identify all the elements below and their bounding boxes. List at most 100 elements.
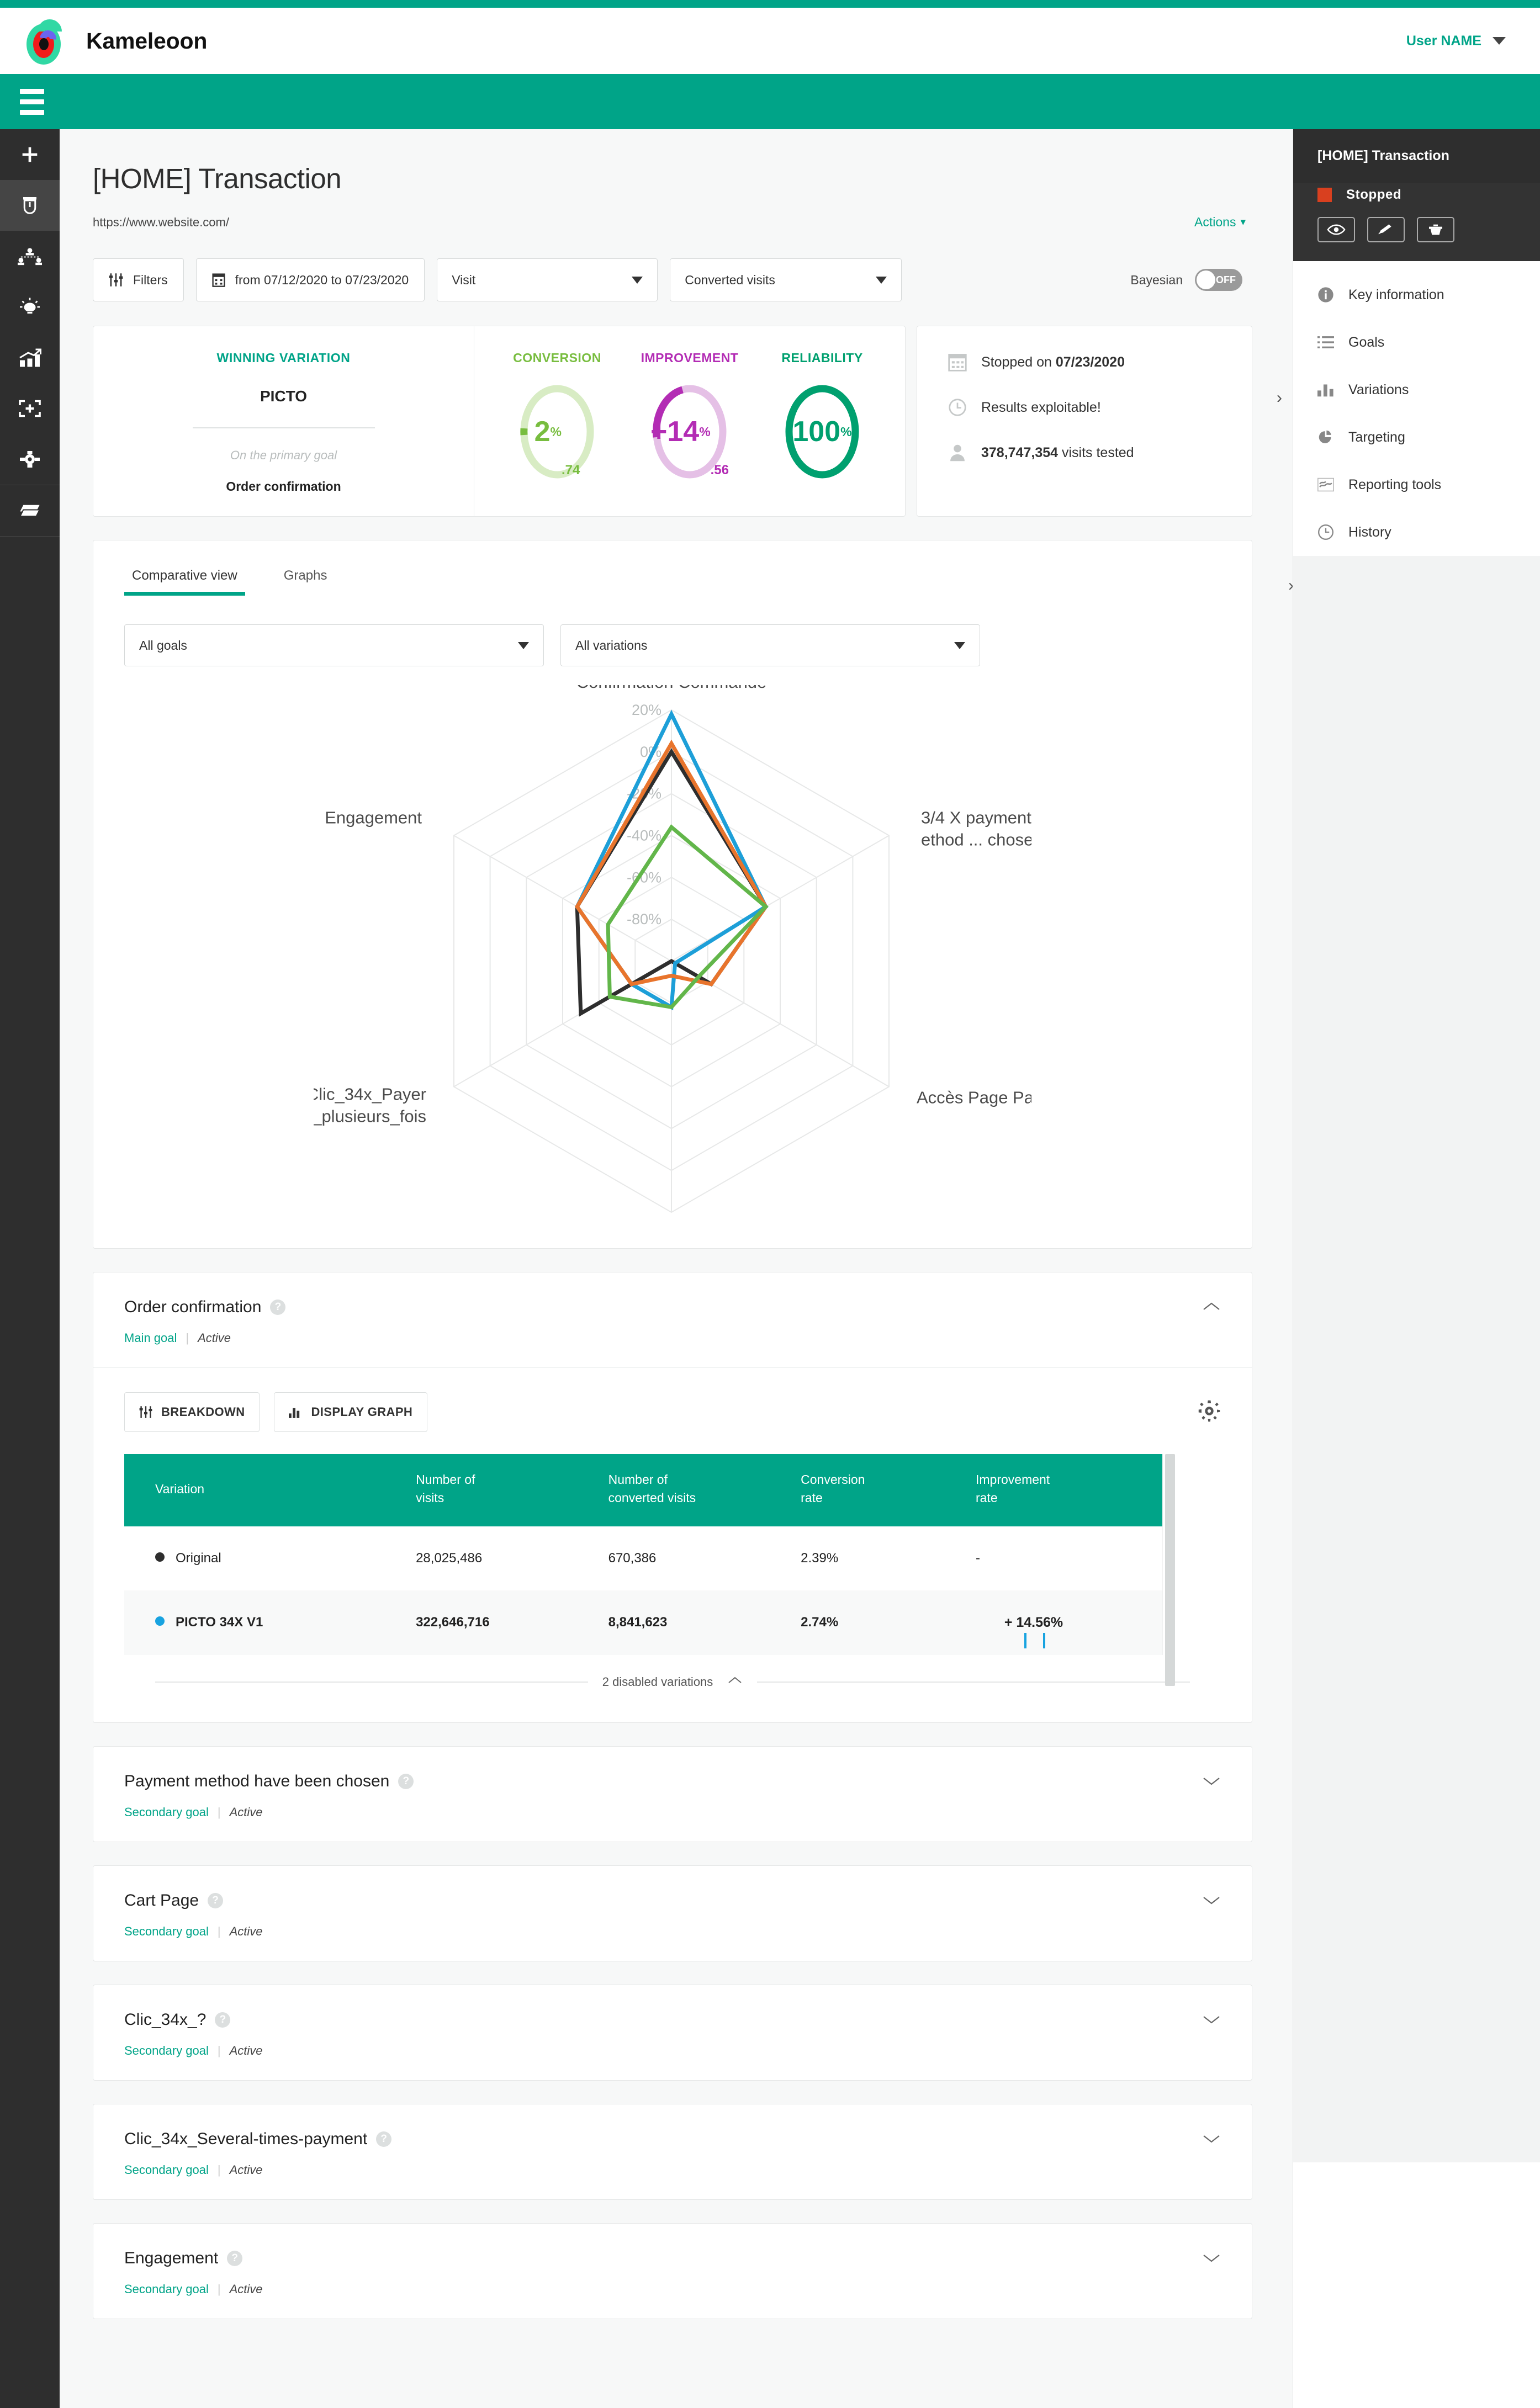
tab-graphs[interactable]: Graphs — [276, 568, 335, 596]
right-panel-item-history[interactable]: History — [1293, 508, 1540, 556]
plus-icon — [22, 147, 38, 162]
goal-header[interactable]: Payment method have been chosen? Secondar… — [93, 1747, 1252, 1842]
chevron-down-icon[interactable] — [1202, 2252, 1221, 2263]
help-icon[interactable]: ? — [208, 1892, 224, 1908]
right-panel-item-goals[interactable]: Goals — [1293, 319, 1540, 366]
pie-chart-icon — [1317, 429, 1334, 445]
brand-logo-group[interactable]: Kameleoon — [21, 14, 207, 66]
goal-header[interactable]: Clic_34x_?? Secondary goal | Active — [93, 1985, 1252, 2080]
calendar-icon — [212, 273, 225, 287]
rail-item-add[interactable] — [0, 129, 60, 180]
goal-kind: Main goal — [124, 1331, 177, 1345]
right-panel-item-variations[interactable]: Variations — [1293, 366, 1540, 413]
metric-conversion-percent: % — [550, 424, 562, 439]
primary-goal-caption: On the primary goal — [230, 448, 337, 462]
date-range-button[interactable]: from 07/12/2020 to 07/23/2020 — [195, 258, 425, 301]
metric-select[interactable]: Converted visits — [670, 258, 902, 301]
kpi-row: WINNING VARIATION PICTO On the primary g… — [93, 326, 1252, 517]
right-panel-item-targeting[interactable]: Targeting — [1293, 413, 1540, 461]
variations-select[interactable]: All variations — [560, 624, 980, 666]
help-icon[interactable]: ? — [227, 2250, 243, 2266]
rail-item-library[interactable] — [0, 485, 60, 536]
goal-state: Active — [229, 2043, 263, 2057]
table-row[interactable]: Original 28,025,486 670,386 2.39% - — [124, 1526, 1162, 1590]
breakdown-label: BREAKDOWN — [161, 1405, 245, 1419]
display-graph-button[interactable]: DISPLAY GRAPH — [274, 1392, 428, 1432]
goal-body: BREAKDOWN DISPLAY GRAPH Variation Number of… — [93, 1367, 1252, 1722]
col-improvement-rate: Improvement rate — [975, 1454, 1162, 1526]
goal-header[interactable]: Engagement? Secondary goal | Active — [93, 2224, 1252, 2319]
chevron-down-icon[interactable] — [1202, 2133, 1221, 2144]
breakdown-button[interactable]: BREAKDOWN — [124, 1392, 260, 1432]
table-scrollbar[interactable] — [1162, 1454, 1177, 1686]
bayesian-state: OFF — [1216, 274, 1236, 285]
goal-meta: Secondary goal | Active — [124, 2163, 1221, 2177]
goals-select[interactable]: All goals — [124, 624, 544, 666]
primary-goal-name: Order confirmation — [226, 479, 341, 494]
help-icon[interactable]: ? — [398, 1773, 414, 1789]
chart-tabs: Comparative view Graphs — [93, 540, 1252, 596]
rail-item-analytics[interactable] — [0, 332, 60, 383]
chevron-down-icon[interactable] — [1202, 1775, 1221, 1786]
status-badge — [1317, 188, 1332, 202]
rail-item-personalization[interactable] — [0, 231, 60, 282]
cell-converted: 8,841,623 — [608, 1590, 801, 1655]
chevron-down-icon[interactable] — [1202, 1895, 1221, 1906]
right-panel-item-reporting-tools[interactable]: Reporting tools — [1293, 461, 1540, 508]
tab-comparative-view[interactable]: Comparative view — [124, 568, 245, 596]
actions-menu[interactable]: Actions ▾ — [1194, 215, 1246, 230]
divider: | — [217, 2043, 221, 2057]
right-panel-item-label: Goals — [1348, 334, 1385, 350]
goal-card: Clic_34x_Several-times-payment? Secondary… — [93, 2103, 1252, 2200]
goal-header[interactable]: Clic_34x_Several-times-payment? Secondary… — [93, 2104, 1252, 2199]
rail-item-targeting[interactable] — [0, 383, 60, 434]
delete-button[interactable] — [1417, 217, 1454, 242]
brand-bar: Kameleoon User NAME — [0, 8, 1540, 74]
pencil-icon — [1378, 224, 1391, 235]
right-panel-item-label: Key information — [1348, 287, 1444, 303]
page-title: [HOME] Transaction — [93, 163, 342, 194]
cell-variation: Original — [124, 1526, 416, 1590]
goal-title: Order confirmation — [124, 1298, 262, 1316]
radar-chart: 20%0%-20%-40%-60%-80%Confirmation Comman… — [93, 685, 1252, 1226]
right-panel-item-key-information[interactable]: Key information — [1293, 271, 1540, 319]
radar-axis-label: Confirmation Commande — [576, 685, 767, 692]
rail-item-settings[interactable] — [0, 434, 60, 485]
metric-select-value: Converted visits — [685, 272, 775, 287]
chevron-down-icon[interactable] — [1202, 2014, 1221, 2025]
gear-icon[interactable] — [1198, 1399, 1221, 1425]
metric-conversion-label: CONVERSION — [513, 351, 601, 365]
layers-icon — [19, 505, 41, 517]
hamburger-icon[interactable] — [13, 86, 51, 117]
filters-label: Filters — [133, 272, 168, 287]
chevron-up-icon[interactable] — [727, 1676, 743, 1688]
scrollbar-thumb[interactable] — [1165, 1454, 1175, 1686]
goal-title-row: Clic_34x_Several-times-payment? — [124, 2130, 1221, 2149]
chevron-up-icon[interactable] — [1202, 1301, 1221, 1312]
preview-button[interactable] — [1317, 217, 1355, 242]
edit-button[interactable] — [1367, 217, 1405, 242]
goal-state: Active — [229, 2282, 263, 2296]
panel-collapse-toggle[interactable]: › — [1277, 389, 1282, 407]
site-url: https://www.website.com/ — [93, 215, 229, 229]
date-range-value: from 07/12/2020 to 07/23/2020 — [235, 272, 409, 287]
help-icon[interactable]: ? — [376, 2131, 392, 2147]
user-menu[interactable]: User NAME — [1406, 33, 1506, 49]
variations-table: Variation Number of visits Number of convert… — [124, 1454, 1162, 1655]
filters-button[interactable]: Filters — [93, 258, 184, 301]
goal-title: Clic_34x_? — [124, 2010, 207, 2029]
disabled-variations-row[interactable]: 2 disabled variations — [124, 1655, 1221, 1722]
goal-header[interactable]: Cart Page? Secondary goal | Active — [93, 1866, 1252, 1961]
goal-header[interactable]: Order confirmation? Main goal | Active — [93, 1272, 1252, 1367]
scope-select[interactable]: Visit — [437, 258, 658, 301]
metric-conversion-value: 2 — [534, 416, 551, 448]
divider: | — [217, 2282, 221, 2296]
metric-improvement-decimal: .56 — [710, 463, 729, 478]
rail-item-experiments[interactable] — [0, 180, 60, 231]
table-row[interactable]: PICTO 34X V1 322,646,716 8,841,623 2.74% + 1… — [124, 1590, 1162, 1655]
rail-item-insights[interactable] — [0, 282, 60, 332]
help-icon[interactable]: ? — [215, 2012, 231, 2028]
help-icon[interactable]: ? — [270, 1300, 286, 1315]
bayesian-toggle[interactable]: OFF — [1195, 269, 1242, 291]
goal-meta: Secondary goal | Active — [124, 2044, 1221, 2058]
